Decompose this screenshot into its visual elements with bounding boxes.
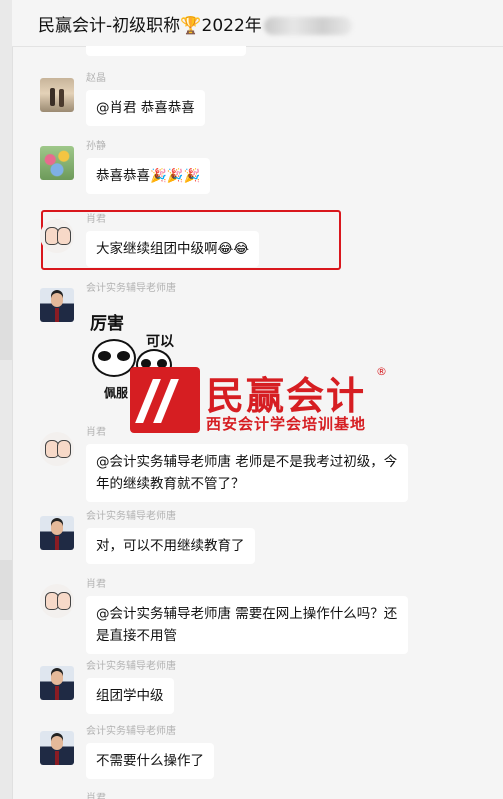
chat-title-text: 民赢会计-初级职称 [38, 15, 181, 36]
sender-name: 肖君 [86, 427, 106, 438]
sender-name: 会计实务辅导老师唐 [86, 726, 176, 737]
avatar[interactable] [40, 584, 74, 618]
sidebar-strip [0, 0, 13, 799]
message-bubble[interactable]: 不需要什么操作了 [86, 743, 214, 779]
message-bubble[interactable]: @会计实务辅导老师唐 老师是不是我考过初级，今年的继续教育就不管了？ [86, 444, 408, 502]
cartoon-face-icon [57, 440, 71, 458]
registered-mark: ® [376, 365, 387, 378]
trophy-icon: 🏆 [180, 15, 202, 36]
sender-name: 肖君 [86, 214, 106, 225]
sidebar-strip-mark [0, 300, 12, 360]
sticker-text: 佩服 [104, 386, 129, 400]
avatar[interactable] [40, 78, 74, 112]
watermark-subtitle: 西安会计学会培训基地 [206, 415, 367, 433]
avatar[interactable] [40, 731, 74, 765]
brand-logo-icon [130, 367, 200, 433]
avatar[interactable] [40, 288, 74, 322]
chat-title[interactable]: 民赢会计-初级职称🏆 2022年 [38, 11, 352, 36]
chat-header: 民赢会计-初级职称🏆 2022年 [12, 0, 503, 47]
sender-name: 肖君 [86, 793, 106, 799]
previous-message-bubble [86, 46, 246, 56]
sidebar-strip-mark [0, 560, 12, 620]
message-bubble[interactable]: @肖君 恭喜恭喜 [86, 90, 205, 126]
message-bubble[interactable]: @会计实务辅导老师唐 需要在网上操作什么吗？还是直接不用管 [86, 596, 408, 654]
blurred-title-region [263, 16, 352, 35]
sender-name: 会计实务辅导老师唐 [86, 283, 176, 294]
avatar[interactable] [40, 516, 74, 550]
avatar[interactable] [40, 432, 74, 466]
chat-window: 民赢会计-初级职称🏆 2022年 赵晶 @肖君 恭喜恭喜 孙静 恭喜恭喜🎉🎉🎉 … [0, 0, 503, 799]
message-bubble[interactable]: 组团学中级 [86, 678, 174, 714]
message-bubble[interactable]: 大家继续组团中级啊😂😂 [86, 231, 260, 267]
watermark-name: 民赢会计 [206, 374, 367, 418]
sticker-text: 厉害 [90, 314, 124, 334]
message-bubble[interactable]: 对，可以不用继续教育了 [86, 528, 255, 564]
avatar[interactable] [40, 146, 74, 180]
sender-name: 会计实务辅导老师唐 [86, 661, 176, 672]
cartoon-face-icon [57, 227, 71, 245]
sender-name: 会计实务辅导老师唐 [86, 511, 176, 522]
sticker-text: 可以 [146, 334, 174, 350]
brand-watermark: 民赢会计 ® 西安会计学会培训基地 [130, 365, 390, 437]
avatar[interactable] [40, 219, 74, 253]
cartoon-face-icon [57, 592, 71, 610]
sender-name: 赵晶 [86, 73, 106, 84]
sender-name: 肖君 [86, 579, 106, 590]
message-bubble[interactable]: 恭喜恭喜🎉🎉🎉 [86, 158, 211, 194]
chat-title-suffix: 2022年 [201, 15, 262, 36]
sender-name: 孙静 [86, 141, 106, 152]
avatar[interactable] [40, 666, 74, 700]
